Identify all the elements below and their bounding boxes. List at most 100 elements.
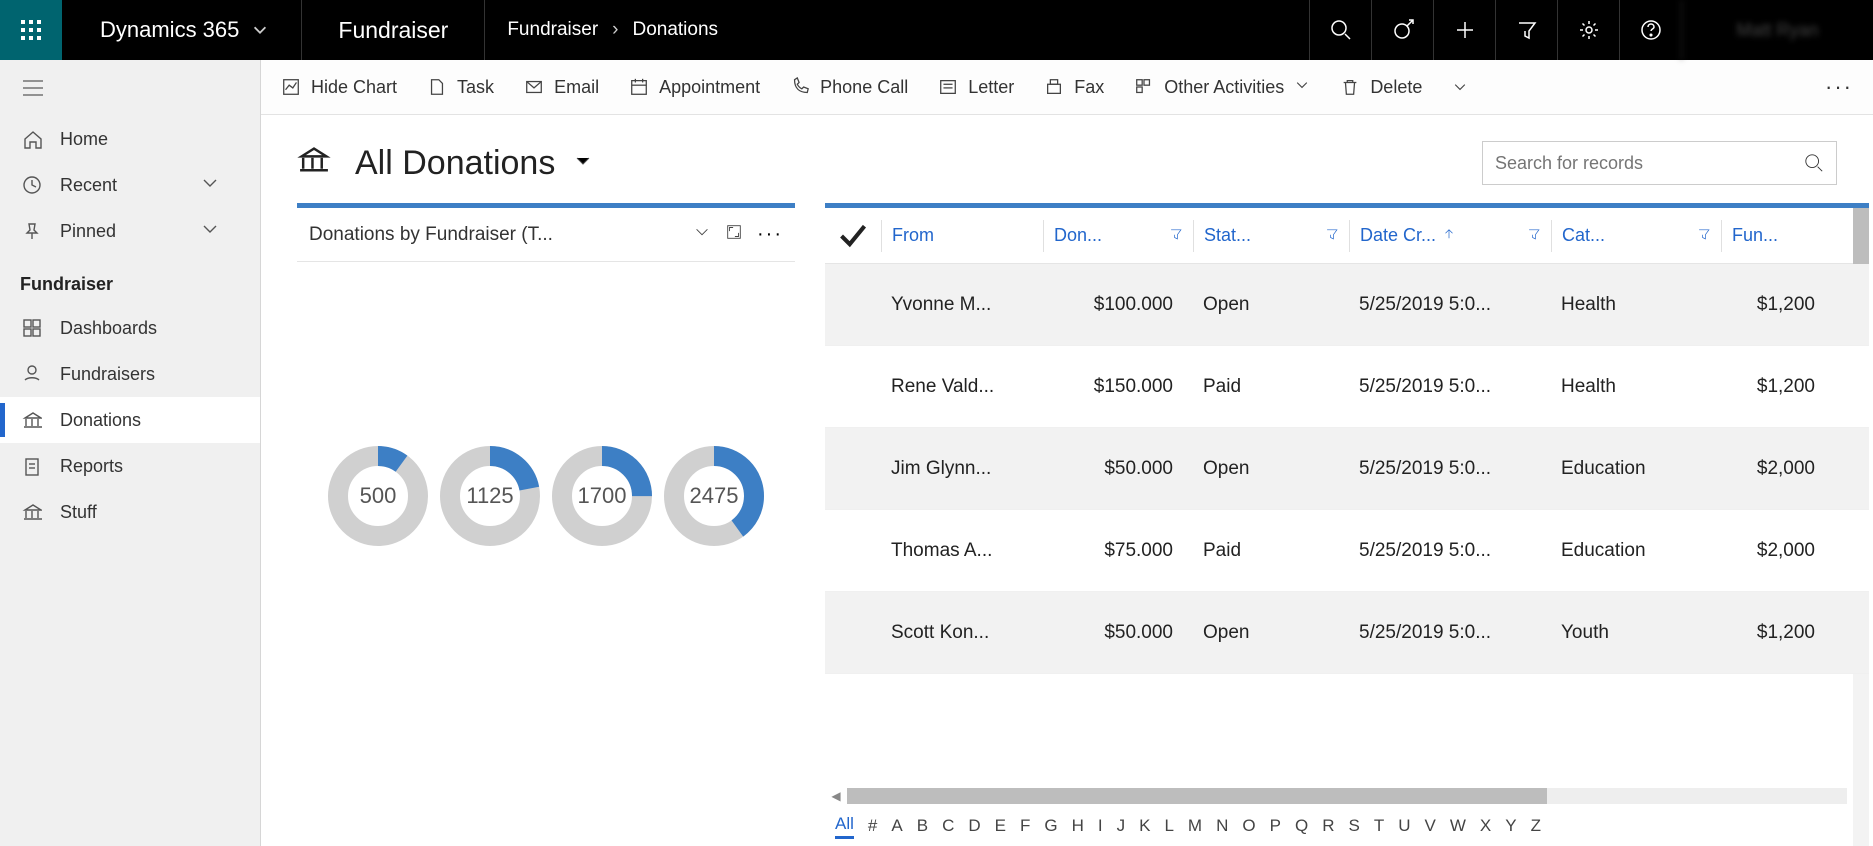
alpha-O[interactable]: O xyxy=(1242,816,1255,836)
cell-from: Scott Kon... xyxy=(881,622,1043,644)
alpha-All[interactable]: All xyxy=(835,814,854,839)
settings-button[interactable] xyxy=(1557,0,1619,60)
column-header-stat[interactable]: Stat... xyxy=(1193,220,1349,252)
cell-donation: $100.000 xyxy=(1043,294,1193,316)
cmd-delete-split[interactable] xyxy=(1452,79,1468,95)
filter-icon[interactable] xyxy=(1527,225,1541,246)
cmd-label: Email xyxy=(554,77,599,98)
product-switcher[interactable]: Dynamics 365 xyxy=(62,0,302,60)
sidebar-item-recent[interactable]: Recent xyxy=(0,162,260,208)
table-row[interactable]: Scott Kon...$50.000Open5/25/2019 5:0...Y… xyxy=(825,592,1869,674)
donut-1125[interactable]: 1125 xyxy=(436,442,544,550)
table-row[interactable]: Yvonne M...$100.000Open5/25/2019 5:0...H… xyxy=(825,264,1869,346)
cmd-delete[interactable]: Delete xyxy=(1340,77,1422,98)
alpha-X[interactable]: X xyxy=(1480,816,1491,836)
breadcrumb-leaf[interactable]: Donations xyxy=(632,19,718,41)
cell-status: Open xyxy=(1193,622,1349,644)
column-header-date[interactable]: Date Cr... xyxy=(1349,220,1551,252)
sidebar-item-fundraisers[interactable]: Fundraisers xyxy=(0,351,260,397)
cmd-hide-chart[interactable]: Hide Chart xyxy=(281,77,397,98)
chart-icon xyxy=(281,77,301,97)
alpha-C[interactable]: C xyxy=(942,816,954,836)
chart-more-button[interactable]: ··· xyxy=(757,223,783,246)
alpha-T[interactable]: T xyxy=(1374,816,1384,836)
help-button[interactable] xyxy=(1619,0,1681,60)
cmd-task[interactable]: Task xyxy=(427,77,494,98)
advanced-find-button[interactable] xyxy=(1495,0,1557,60)
cmd-letter[interactable]: Letter xyxy=(938,77,1014,98)
column-header-don[interactable]: Don... xyxy=(1043,220,1193,252)
trash-icon xyxy=(1340,77,1360,97)
cmd-fax[interactable]: Fax xyxy=(1044,77,1104,98)
alpha-B[interactable]: B xyxy=(917,816,928,836)
alpha-Y[interactable]: Y xyxy=(1505,816,1516,836)
alpha-#[interactable]: # xyxy=(868,816,877,836)
select-all-checkbox[interactable] xyxy=(825,220,881,252)
cmd-appointment[interactable]: Appointment xyxy=(629,77,760,98)
breadcrumb-root[interactable]: Fundraiser xyxy=(507,19,598,41)
search-icon xyxy=(1804,153,1824,173)
alpha-U[interactable]: U xyxy=(1398,816,1410,836)
alpha-H[interactable]: H xyxy=(1072,816,1084,836)
sidebar-item-label: Pinned xyxy=(60,221,116,242)
alpha-K[interactable]: K xyxy=(1139,816,1150,836)
alpha-D[interactable]: D xyxy=(968,816,980,836)
alpha-A[interactable]: A xyxy=(891,816,902,836)
search-input[interactable] xyxy=(1495,153,1804,174)
alpha-M[interactable]: M xyxy=(1188,816,1202,836)
sidebar-item-donations[interactable]: Donations xyxy=(0,397,260,443)
donut-500[interactable]: 500 xyxy=(324,442,432,550)
column-header-from[interactable]: From xyxy=(881,220,1043,252)
table-row[interactable]: Jim Glynn...$50.000Open5/25/2019 5:0...E… xyxy=(825,428,1869,510)
cmd-other-activities[interactable]: Other Activities xyxy=(1134,77,1310,98)
donut-1700[interactable]: 1700 xyxy=(548,442,656,550)
quick-create-button[interactable] xyxy=(1433,0,1495,60)
sidebar-item-stuff[interactable]: Stuff xyxy=(0,489,260,535)
alpha-P[interactable]: P xyxy=(1270,816,1281,836)
cell-category: Education xyxy=(1551,458,1721,480)
user-menu[interactable]: Matt Ryan xyxy=(1681,0,1873,60)
alpha-N[interactable]: N xyxy=(1216,816,1228,836)
alpha-G[interactable]: G xyxy=(1044,816,1057,836)
sidebar-item-home[interactable]: Home xyxy=(0,116,260,162)
sidebar-item-pinned[interactable]: Pinned xyxy=(0,208,260,254)
alpha-V[interactable]: V xyxy=(1424,816,1435,836)
alpha-I[interactable]: I xyxy=(1098,816,1103,836)
column-header-cat[interactable]: Cat... xyxy=(1551,220,1721,252)
cmd-phone-call[interactable]: Phone Call xyxy=(790,77,908,98)
task-flow-button[interactable] xyxy=(1371,0,1433,60)
alpha-E[interactable]: E xyxy=(995,816,1006,836)
alpha-J[interactable]: J xyxy=(1117,816,1126,836)
alpha-Z[interactable]: Z xyxy=(1531,816,1541,836)
chart-selector[interactable] xyxy=(679,223,711,246)
filter-icon[interactable] xyxy=(1697,225,1711,246)
table-row[interactable]: Thomas A...$75.000Paid5/25/2019 5:0...Ed… xyxy=(825,510,1869,592)
alpha-S[interactable]: S xyxy=(1348,816,1359,836)
cell-from: Rene Vald... xyxy=(881,376,1043,398)
table-row[interactable]: Rene Vald...$150.000Paid5/25/2019 5:0...… xyxy=(825,346,1869,428)
column-header-fun[interactable]: Fun... xyxy=(1721,220,1825,252)
filter-icon[interactable] xyxy=(1325,225,1339,246)
alpha-Q[interactable]: Q xyxy=(1295,816,1308,836)
alpha-R[interactable]: R xyxy=(1322,816,1334,836)
cell-donation: $150.000 xyxy=(1043,376,1193,398)
alpha-F[interactable]: F xyxy=(1020,816,1030,836)
horizontal-scrollbar[interactable]: ◀ ▶ xyxy=(825,786,1869,806)
global-search-button[interactable] xyxy=(1309,0,1371,60)
search-box[interactable] xyxy=(1482,141,1837,185)
bank-icon xyxy=(22,410,42,430)
donut-2475[interactable]: 2475 xyxy=(660,442,768,550)
sidebar-item-reports[interactable]: Reports xyxy=(0,443,260,489)
app-launcher-button[interactable] xyxy=(0,0,62,60)
view-selector[interactable] xyxy=(573,151,593,176)
alpha-L[interactable]: L xyxy=(1164,816,1173,836)
scroll-track[interactable] xyxy=(847,788,1847,804)
chart-expand-button[interactable] xyxy=(711,223,743,246)
filter-icon[interactable] xyxy=(1169,225,1183,246)
scroll-left-icon[interactable]: ◀ xyxy=(825,789,847,803)
alpha-W[interactable]: W xyxy=(1450,816,1466,836)
cmd-email[interactable]: Email xyxy=(524,77,599,98)
sidebar-collapse-button[interactable] xyxy=(0,60,260,116)
sidebar-item-dashboards[interactable]: Dashboards xyxy=(0,305,260,351)
cmd-overflow[interactable]: ··· xyxy=(1825,74,1853,100)
